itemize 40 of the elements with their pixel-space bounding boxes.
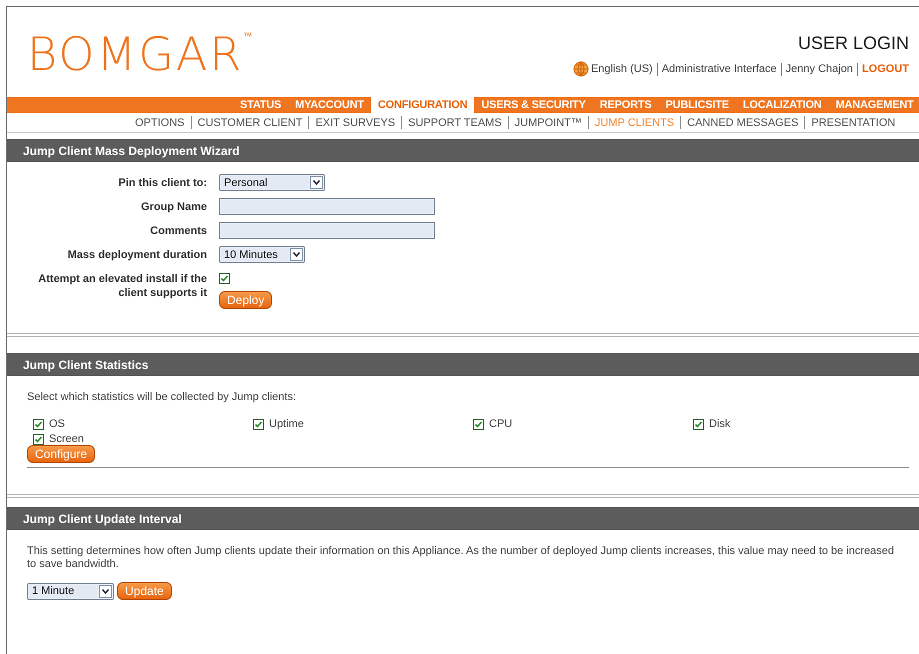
section-header: Jump Client Mass Deployment Wizard: [7, 139, 919, 162]
field-label: Group Name: [140, 200, 207, 214]
checkbox-label: OS: [49, 418, 65, 430]
checkbox[interactable]: [33, 418, 44, 430]
subnav-tab[interactable]: JUMPOINT™: [508, 116, 588, 128]
language-link[interactable]: English (US): [590, 63, 653, 75]
field-label: Comments: [149, 224, 207, 238]
checkbox-label: Disk: [709, 418, 730, 430]
section-header: Jump Client Statistics: [7, 353, 919, 376]
subnav-tab[interactable]: OPTIONS: [129, 116, 191, 128]
header-link[interactable]: Jenny Chajon: [786, 63, 853, 75]
description-text: This setting determines how often Jump clients update their information on this Appliance. As the number of deployed Jump clients increases, this value may need to be increased to save bandwidth.: [27, 545, 896, 571]
section-header: Jump Client Update Interval: [7, 507, 919, 530]
header-link[interactable]: Administrative Interface: [662, 63, 777, 75]
checkbox-label: CPU: [489, 418, 512, 430]
subnav-tab[interactable]: PRESENTATION: [805, 116, 902, 128]
instruction-text: Select which statistics will be collected by Jump clients:: [27, 391, 297, 403]
dropdown[interactable]: 1 Minute: [27, 582, 114, 600]
field-label: Pin this client to:: [117, 176, 207, 190]
checkbox-label: Screen: [49, 433, 84, 445]
checkbox-label: Uptime: [269, 418, 304, 430]
page-title: USER LOGIN: [798, 33, 909, 54]
trademark: ™: [243, 31, 252, 42]
subnav-tab[interactable]: CUSTOMER CLIENT: [192, 116, 308, 128]
checkbox[interactable]: [219, 273, 230, 284]
subnav-tab[interactable]: SUPPORT TEAMS: [402, 116, 508, 128]
checkbox[interactable]: [253, 418, 264, 430]
field-label: Attempt an elevated install if the client supports it: [37, 272, 207, 300]
checkbox[interactable]: [693, 418, 704, 430]
text-field[interactable]: [219, 198, 435, 215]
checkbox[interactable]: [473, 418, 484, 430]
logo: BOMGAR: [27, 27, 244, 81]
checkbox[interactable]: [33, 434, 44, 444]
dropdown[interactable]: 10 Minutes: [219, 246, 305, 263]
field-label: Mass deployment duration: [66, 248, 207, 262]
globe-icon: [572, 61, 589, 77]
subnav-tab[interactable]: CANNED MESSAGES: [681, 116, 804, 128]
text-field[interactable]: [219, 222, 435, 239]
subnav-tab[interactable]: EXIT SURVEYS: [309, 116, 402, 128]
dropdown[interactable]: Personal: [219, 174, 325, 191]
